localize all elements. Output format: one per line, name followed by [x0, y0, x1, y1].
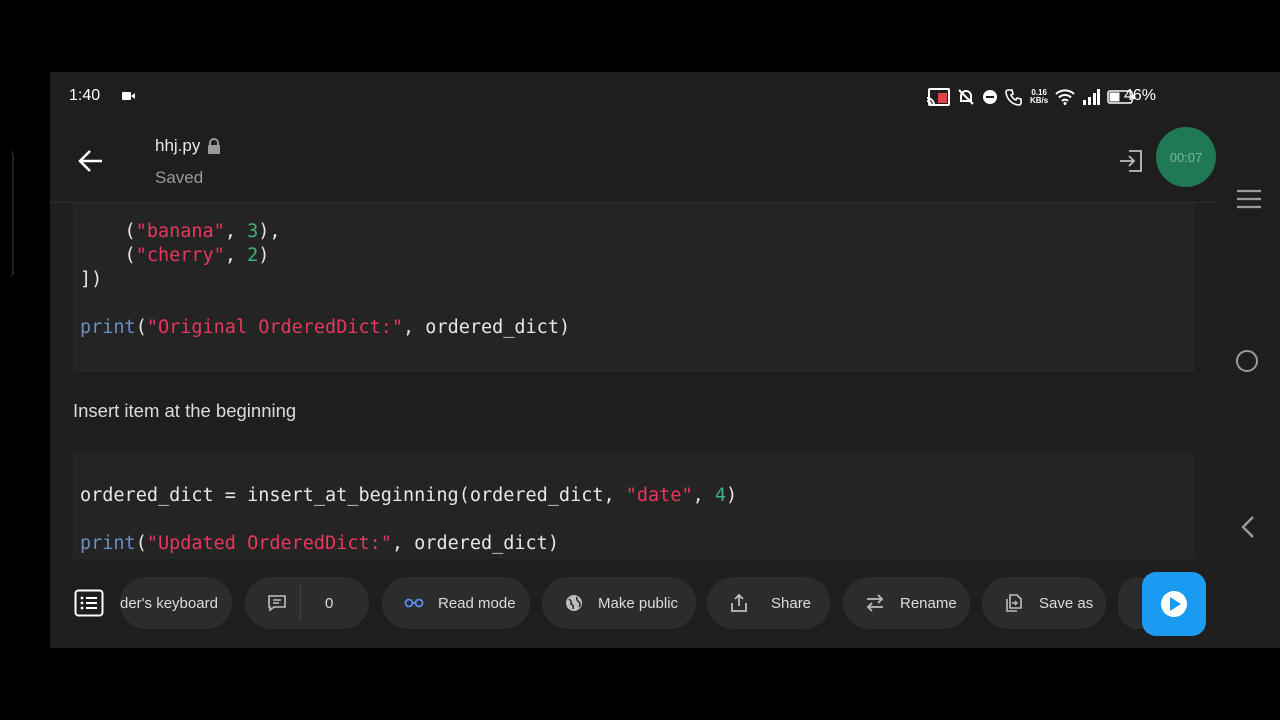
- keyboard-label: der's keyboard: [120, 594, 218, 612]
- save-as-button[interactable]: Save as: [982, 577, 1106, 629]
- app-bar: hhj.py Saved: [50, 120, 1218, 203]
- back-arrow-icon[interactable]: [76, 146, 106, 176]
- make-public-button[interactable]: Make public: [542, 577, 696, 629]
- file-name: hhj.py: [155, 136, 201, 155]
- save-status: Saved: [155, 168, 204, 187]
- comment-icon: [268, 595, 286, 612]
- dnd-icon: [983, 90, 997, 104]
- net-speed-unit: KB/s: [1030, 96, 1049, 105]
- status-time: 1:40: [69, 87, 101, 104]
- share-icon: [731, 593, 747, 612]
- keyboard-button[interactable]: der's keyboard: [120, 577, 232, 629]
- code-line: print("Original OrderedDict:", ordered_d…: [80, 317, 571, 338]
- code-line: ("banana", 3),: [80, 221, 281, 242]
- make-public-label: Make public: [598, 594, 679, 612]
- run-button[interactable]: [1142, 572, 1206, 636]
- screen-edge-mark: [0, 150, 14, 278]
- read-mode-button[interactable]: Read mode: [382, 577, 530, 629]
- glasses-icon: [404, 598, 424, 608]
- save-as-label: Save as: [1039, 594, 1094, 612]
- text-cell[interactable]: Insert item at the beginning: [73, 400, 296, 422]
- code-cell[interactable]: ("banana", 3), ("cherry", 2) ]) print("O…: [73, 203, 1195, 372]
- read-mode-label: Read mode: [438, 594, 516, 612]
- mute-icon: [958, 89, 974, 105]
- battery-percent: 46%: [1124, 87, 1157, 104]
- status-bar: 1:40 0.16 KB/s 46%: [50, 72, 1280, 120]
- status-icons: 0.16 KB/s: [926, 86, 1135, 108]
- share-button[interactable]: Share: [707, 577, 830, 629]
- divider: [300, 585, 301, 621]
- recording-timer[interactable]: 00:07: [1156, 127, 1216, 187]
- system-nav: [1218, 180, 1280, 648]
- nav-back-icon[interactable]: [1238, 514, 1258, 540]
- share-label: Share: [771, 594, 812, 612]
- swap-icon: [866, 594, 884, 612]
- code-line: ("cherry", 2): [80, 245, 270, 266]
- home-circle-icon[interactable]: [1236, 350, 1258, 372]
- play-icon: [1161, 591, 1187, 617]
- code-cell[interactable]: ordered_dict = insert_at_beginning(order…: [73, 453, 1195, 559]
- code-line: ordered_dict = insert_at_beginning(order…: [80, 485, 738, 506]
- signal-icon: [1083, 89, 1101, 105]
- video-camera-icon: [122, 92, 135, 100]
- rename-button[interactable]: Rename: [843, 577, 970, 629]
- net-speed: 0.16 KB/s: [1030, 89, 1048, 105]
- save-as-icon: [1006, 594, 1022, 612]
- file-title[interactable]: hhj.py: [155, 136, 222, 156]
- notebook-content: ("banana", 3), ("cherry", 2) ]) print("O…: [50, 203, 1218, 559]
- exit-icon[interactable]: [1118, 148, 1144, 174]
- menu-icon[interactable]: [1235, 188, 1263, 210]
- globe-icon: [566, 595, 582, 611]
- cast-icon: [926, 88, 950, 106]
- comments-count: 0: [325, 594, 334, 612]
- wifi-call-icon: [1005, 89, 1022, 106]
- code-line: print("Updated OrderedDict:", ordered_di…: [80, 533, 559, 554]
- lock-icon: [208, 138, 221, 154]
- comments-button[interactable]: 0: [245, 577, 369, 629]
- rename-label: Rename: [900, 594, 957, 612]
- code-line: ]): [80, 269, 103, 290]
- wifi-icon: [1055, 89, 1075, 105]
- phone-screen: 1:40 0.16 KB/s 46% hhj.py Saved 00:07 ("…: [50, 72, 1280, 648]
- bottom-toolbar: der's keyboard 0 Read mode Make public S…: [50, 559, 1218, 648]
- outline-icon[interactable]: [74, 589, 104, 617]
